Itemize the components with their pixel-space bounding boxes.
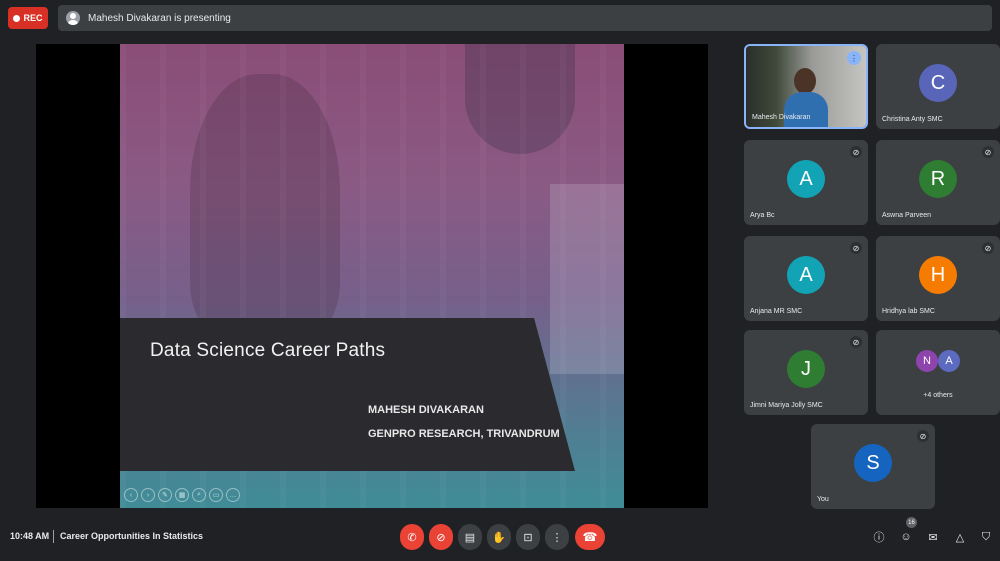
- participant-avatar: A: [787, 160, 825, 198]
- slide-affiliation: GENPRO RESEARCH, TRIVANDRUM: [368, 428, 560, 440]
- presenting-text: Mahesh Divakaran is presenting: [88, 12, 231, 24]
- raise-hand-icon: ✋: [492, 531, 506, 544]
- hang-up-icon: ☎: [582, 530, 598, 544]
- presentation-stage: Data Science Career Paths MAHESH DIVAKAR…: [36, 44, 708, 508]
- participant-name: Hridhya lab SMC: [882, 308, 935, 315]
- other-participant-avatar: A: [938, 350, 960, 372]
- meeting-time: 10:48 AM: [10, 531, 50, 541]
- presenting-banner[interactable]: Mahesh Divakaran is presenting: [58, 5, 992, 31]
- participant-tile-hridhya[interactable]: ⊘ H Hridhya lab SMC: [876, 236, 1000, 321]
- other-participant-avatar: N: [916, 350, 938, 372]
- participant-name: Jimni Mariya Jolly SMC: [750, 402, 823, 409]
- subtitles-icon[interactable]: ▭: [209, 488, 223, 502]
- chat-button[interactable]: ✉: [925, 528, 941, 546]
- others-tile[interactable]: N A +4 others: [876, 330, 1000, 415]
- mic-off-icon: ⊘: [850, 146, 862, 158]
- slide-author: MAHESH DIVAKARAN: [368, 404, 484, 416]
- presentation-slide: Data Science Career Paths MAHESH DIVAKAR…: [120, 44, 624, 508]
- camera-button[interactable]: ⊘: [429, 524, 453, 550]
- mic-off-icon: ⊘: [982, 146, 994, 158]
- captions-icon: ▤: [464, 531, 476, 544]
- slides-grid-icon[interactable]: ▦: [175, 488, 189, 502]
- people-count-badge: 16: [906, 517, 917, 528]
- shield-icon: ⛉: [981, 530, 991, 543]
- record-dot-icon: [13, 14, 21, 22]
- present-screen-icon: ⊡: [523, 531, 533, 544]
- participant-tile-mahesh-divakaran[interactable]: ⋮ Mahesh Divakaran: [744, 44, 868, 129]
- slide-title-box: Data Science Career Paths MAHESH DIVAKAR…: [120, 318, 575, 471]
- zoom-icon[interactable]: ⌕: [192, 488, 206, 502]
- participant-name: You: [817, 496, 829, 503]
- previous-slide-icon[interactable]: ‹: [124, 488, 138, 502]
- video-person-head: [794, 68, 816, 94]
- recording-badge[interactable]: REC: [8, 7, 48, 29]
- slide-title: Data Science Career Paths: [150, 340, 386, 361]
- microphone-off-icon: ✆: [407, 531, 417, 544]
- info-icon: ⓘ: [873, 532, 885, 544]
- microphone-button[interactable]: ✆: [400, 524, 424, 550]
- participant-tile-you[interactable]: ⊘ S You: [811, 424, 935, 509]
- participant-name: Anjana MR SMC: [750, 308, 803, 315]
- participant-tile-jimni[interactable]: ⊘ J Jimni Mariya Jolly SMC: [744, 330, 868, 415]
- video-person-body: [784, 92, 828, 127]
- next-slide-icon[interactable]: ›: [141, 488, 155, 502]
- more-options-button[interactable]: ⋮: [545, 524, 569, 550]
- mic-off-icon: ⊘: [917, 430, 929, 442]
- participant-name: Mahesh Divakaran: [752, 114, 811, 121]
- present-now-button[interactable]: ⊡: [516, 524, 540, 550]
- participant-avatar: S: [854, 444, 892, 482]
- participant-avatar: A: [787, 256, 825, 294]
- more-vertical-icon: ⋮: [551, 531, 563, 544]
- participant-avatar: H: [919, 256, 957, 294]
- participant-avatar: R: [919, 160, 957, 198]
- camera-off-icon: ⊘: [436, 531, 446, 544]
- meeting-title: Career Opportunities In Statistics: [60, 531, 204, 541]
- host-controls-button[interactable]: ⛉: [978, 528, 994, 546]
- participant-tile-arya[interactable]: ⊘ A Arya Bc: [744, 140, 868, 225]
- pen-icon[interactable]: ✎: [158, 488, 172, 502]
- people-icon: ☺: [900, 531, 912, 543]
- activities-button[interactable]: △: [952, 528, 968, 546]
- mic-off-icon: ⊘: [850, 336, 862, 348]
- mic-off-icon: ⊘: [982, 242, 994, 254]
- bar-divider: [53, 530, 54, 543]
- speaking-icon: ⋮: [847, 51, 861, 65]
- activities-icon: △: [955, 531, 965, 544]
- captions-button[interactable]: ▤: [458, 524, 482, 550]
- presenter-avatar-icon: [66, 11, 80, 25]
- participant-tile-christina[interactable]: C Christina Anty SMC: [876, 44, 1000, 129]
- participant-name: Aswna Parveen: [882, 212, 932, 219]
- participant-name: Christina Anty SMC: [882, 116, 943, 123]
- participant-tile-anjana[interactable]: ⊘ A Anjana MR SMC: [744, 236, 868, 321]
- more-options-icon[interactable]: …: [226, 488, 240, 502]
- participant-avatar: C: [919, 64, 957, 102]
- raise-hand-button[interactable]: ✋: [487, 524, 511, 550]
- participant-tile-aswna[interactable]: ⊘ R Aswna Parveen: [876, 140, 1000, 225]
- mic-off-icon: ⊘: [850, 242, 862, 254]
- participant-name: Arya Bc: [750, 212, 775, 219]
- recording-label: REC: [23, 13, 43, 23]
- others-count-label: +4 others: [923, 392, 953, 399]
- participant-avatar: J: [787, 350, 825, 388]
- chat-icon: ✉: [928, 531, 938, 544]
- leave-call-button[interactable]: ☎: [575, 524, 605, 550]
- slide-controls: ‹ › ✎ ▦ ⌕ ▭ …: [120, 488, 240, 504]
- people-button[interactable]: ☺: [898, 528, 914, 546]
- meeting-details-button[interactable]: ⓘ: [871, 528, 887, 546]
